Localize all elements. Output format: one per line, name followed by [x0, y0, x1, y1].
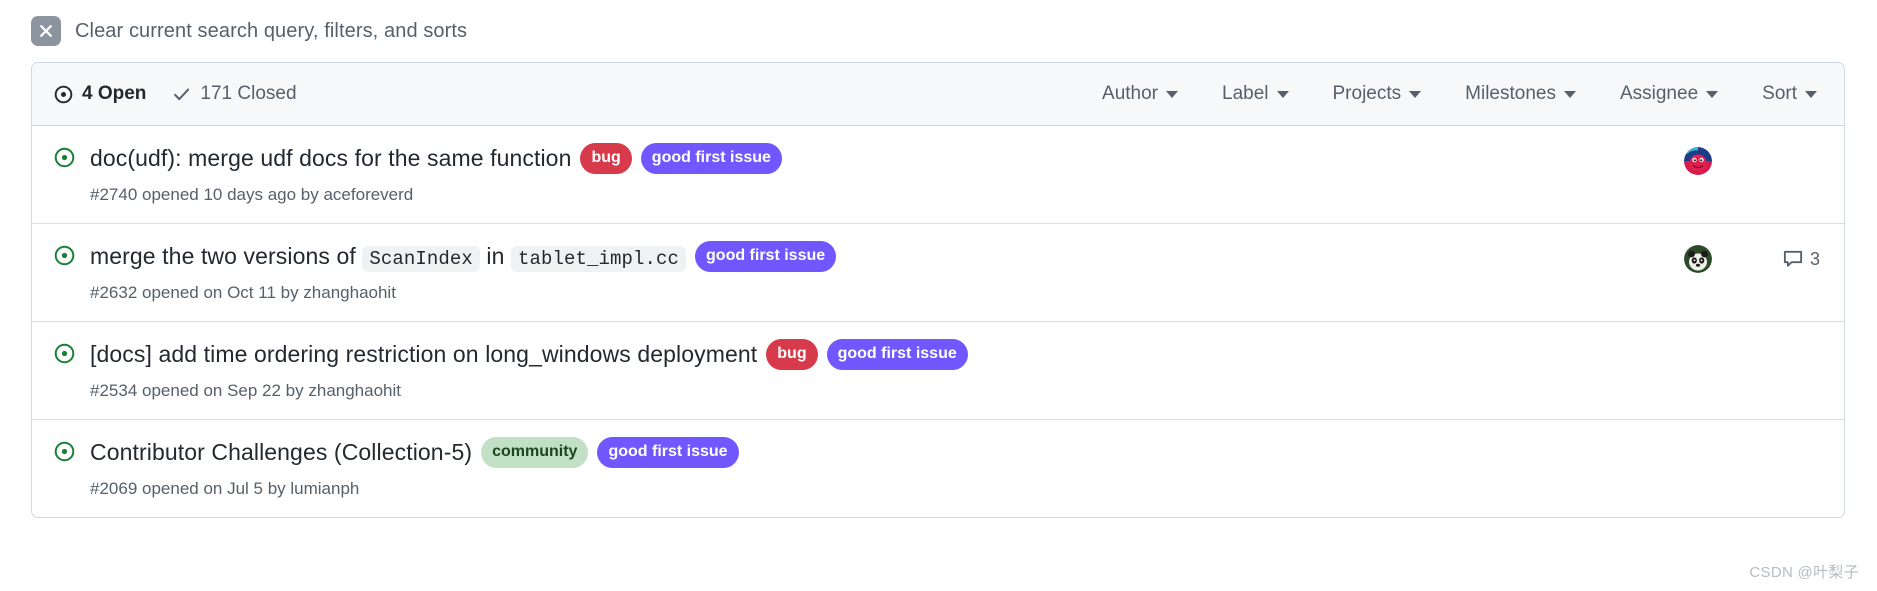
issue-title-code: ScanIndex [362, 245, 480, 272]
issue-opened-icon [54, 441, 75, 462]
chevron-down-icon [1166, 90, 1178, 98]
clear-search-bar: Clear current search query, filters, and… [0, 0, 1877, 46]
tab-open-issues-label: 4 Open [82, 83, 147, 104]
issues-card-header: 4 Open 171 Closed Author Label Projects … [32, 63, 1844, 126]
issue-row-right: 3 [1620, 245, 1820, 273]
comment-icon [1783, 249, 1803, 269]
issue-title[interactable]: merge the two versions of ScanIndex in t… [90, 242, 687, 272]
issue-meta: #2740 opened 10 days ago by aceforeverd [90, 185, 414, 204]
tab-closed-issues[interactable]: 171 Closed [172, 83, 297, 105]
filter-assignee[interactable]: Assignee [1619, 83, 1719, 105]
chevron-down-icon [1409, 90, 1422, 98]
close-x-icon[interactable] [31, 16, 61, 46]
issue-row[interactable]: [docs] add time ordering restriction on … [32, 321, 1844, 419]
issue-title-line: Contributor Challenges (Collection-5) com… [90, 437, 1620, 468]
issue-meta: #2534 opened on Sep 22 by zhanghaohit [90, 381, 401, 400]
filter-projects[interactable]: Projects [1333, 83, 1422, 105]
issue-row-right [1620, 147, 1820, 175]
issue-list: doc(udf): merge udf docs for the same fu… [32, 126, 1844, 517]
issue-title[interactable]: doc(udf): merge udf docs for the same fu… [90, 144, 571, 173]
chevron-down-icon [1563, 90, 1576, 98]
issue-label[interactable]: good first issue [826, 339, 968, 370]
issue-row[interactable]: merge the two versions of ScanIndex in t… [32, 223, 1844, 321]
filter-label[interactable]: Label [1222, 83, 1289, 105]
filter-sort-label: Sort [1762, 83, 1797, 104]
issue-main: Contributor Challenges (Collection-5) com… [90, 437, 1620, 499]
avatar[interactable] [1684, 245, 1712, 273]
issue-title-code: tablet_impl.cc [510, 245, 687, 272]
filter-assignee-label: Assignee [1619, 83, 1699, 104]
issues-card: 4 Open 171 Closed Author Label Projects … [31, 62, 1845, 518]
issue-meta: #2632 opened on Oct 11 by zhanghaohit [90, 283, 396, 302]
assignee-slot [1683, 245, 1713, 273]
chevron-down-icon [1805, 90, 1817, 98]
issue-title-text: merge the two versions of [90, 242, 356, 269]
tab-closed-issues-label: 171 Closed [200, 83, 297, 104]
clear-search-label[interactable]: Clear current search query, filters, and… [75, 20, 467, 43]
issue-label[interactable]: good first issue [640, 143, 782, 174]
issue-row[interactable]: Contributor Challenges (Collection-5) com… [32, 419, 1844, 517]
filter-milestones-label: Milestones [1465, 83, 1556, 104]
issue-main: doc(udf): merge udf docs for the same fu… [90, 143, 1620, 205]
issue-title-text: in [486, 242, 505, 269]
assignee-slot [1683, 147, 1713, 175]
issue-main: [docs] add time ordering restriction on … [90, 339, 1620, 401]
issue-opened-icon [54, 343, 75, 364]
issue-label[interactable]: bug [580, 143, 632, 174]
filter-milestones[interactable]: Milestones [1465, 83, 1576, 105]
issue-opened-icon [54, 245, 75, 266]
issue-label[interactable]: community [481, 437, 589, 468]
issue-title-line: merge the two versions of ScanIndex in t… [90, 241, 1620, 272]
chevron-down-icon [1706, 90, 1719, 98]
issue-label[interactable]: good first issue [597, 437, 739, 468]
issue-row[interactable]: doc(udf): merge udf docs for the same fu… [32, 126, 1844, 223]
issue-opened-icon [54, 85, 73, 104]
filter-projects-label: Projects [1332, 83, 1402, 104]
issue-title-line: [docs] add time ordering restriction on … [90, 339, 1620, 370]
issue-main: merge the two versions of ScanIndex in t… [90, 241, 1620, 303]
issue-label[interactable]: good first issue [695, 241, 837, 272]
issue-label[interactable]: bug [766, 339, 818, 370]
comment-count-value: 3 [1809, 248, 1820, 269]
chevron-down-icon [1276, 90, 1289, 98]
issue-title-line: doc(udf): merge udf docs for the same fu… [90, 143, 1620, 174]
issue-state-tabs: 4 Open 171 Closed [54, 83, 297, 105]
issue-meta: #2069 opened on Jul 5 by lumianph [90, 479, 360, 498]
check-icon [172, 85, 191, 104]
issue-title-text: Contributor Challenges (Collection-5) [90, 439, 473, 466]
issue-title-text: [docs] add time ordering restriction on … [90, 341, 758, 368]
watermark: CSDN @叶梨子 [1749, 564, 1859, 581]
filter-label-label: Label [1222, 83, 1269, 104]
tab-open-issues[interactable]: 4 Open [54, 83, 146, 105]
issue-title[interactable]: Contributor Challenges (Collection-5) [90, 438, 472, 467]
filter-sort[interactable]: Sort [1762, 83, 1817, 105]
filter-bar: Author Label Projects Milestones Assigne… [1102, 83, 1817, 105]
avatar[interactable] [1684, 147, 1712, 175]
filter-author[interactable]: Author [1102, 83, 1178, 105]
filter-author-label: Author [1102, 83, 1158, 104]
issue-title[interactable]: [docs] add time ordering restriction on … [90, 340, 757, 369]
issue-title-text: doc(udf): merge udf docs for the same fu… [90, 145, 572, 172]
comment-count[interactable]: 3 [1783, 249, 1820, 270]
issue-opened-icon [54, 147, 75, 168]
